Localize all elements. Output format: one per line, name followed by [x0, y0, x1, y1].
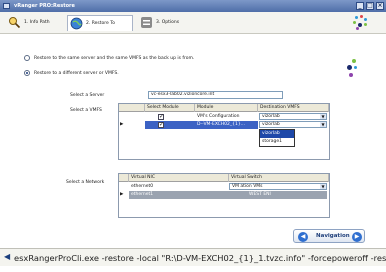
command-text: esxRangerProCli.exe -restore -local "R:\…	[14, 253, 386, 263]
vmfs-grid: Select Module Module Destination VMFS ✓ …	[118, 103, 330, 160]
server-label: Select a Server	[70, 93, 105, 98]
navigation-bar: ◀ Navigation ▶	[293, 229, 365, 243]
restore-different-option[interactable]: Restore to a different server or VMFS.	[24, 70, 224, 77]
vmfs-grid-header: Select Module Module Destination VMFS	[119, 104, 329, 112]
vmfs-label: Select a VMFS	[70, 108, 102, 113]
dropdown-option[interactable]: storage1	[260, 138, 294, 146]
title-bar: vRanger PRO:Restore _ □ ×	[0, 0, 386, 12]
magnifier-icon	[8, 16, 21, 29]
tab-info-path[interactable]: 1. Info Path	[8, 15, 58, 31]
col-destination-vmfs: Destination VMFS	[258, 104, 329, 112]
next-arrow-icon[interactable]: ▶	[352, 232, 362, 242]
minimize-button[interactable]: _	[356, 2, 364, 10]
network-label: Select a Network	[66, 180, 105, 185]
row-pointer-icon: ▶	[120, 122, 124, 127]
chevron-down-icon: ▼	[320, 122, 326, 127]
close-button[interactable]: ×	[376, 2, 384, 10]
restore-same-option[interactable]: Restore to the same server and the same …	[24, 55, 324, 62]
destination-vmfs-select[interactable]: vizorlab ▼	[259, 121, 327, 128]
back-arrow-icon[interactable]: ◀	[298, 232, 308, 242]
row-pointer-icon: ▶	[120, 192, 124, 197]
maximize-button[interactable]: □	[366, 2, 374, 10]
restore-same-radio[interactable]	[24, 55, 30, 61]
app-icon	[3, 3, 10, 9]
col-module: Module	[195, 104, 258, 112]
restore-different-radio[interactable]	[24, 70, 30, 76]
command-arrow-icon: ◀	[4, 252, 11, 261]
chevron-down-icon: ▼	[320, 184, 326, 189]
chevron-down-icon: ▼	[320, 114, 326, 119]
network-grid-header: Virtual NIC Virtual Switch	[119, 174, 329, 182]
restore-window: vRanger PRO:Restore _ □ × 1. Info Path 2…	[0, 0, 386, 272]
col-select-module: Select Module	[145, 104, 195, 112]
navigation-label: Navigation	[316, 233, 350, 239]
col-virtual-switch: Virtual Switch	[229, 174, 329, 182]
select-module-checkbox[interactable]: ✓	[158, 122, 164, 128]
destination-vmfs-select[interactable]: vizorlab ▼	[259, 113, 327, 120]
tab-options[interactable]: 3. Options	[140, 15, 188, 31]
dropdown-option[interactable]: vizorlab	[260, 130, 294, 138]
vmfs-dropdown-list: vizorlab storage1	[259, 129, 295, 147]
command-line-bar: ◀ esxRangerProCli.exe -restore -local "R…	[0, 248, 386, 266]
window-title: vRanger PRO:Restore	[14, 3, 75, 9]
select-module-checkbox[interactable]: ✓	[158, 114, 164, 120]
network-grid: Virtual NIC Virtual Switch ethernet0 VM …	[118, 173, 330, 218]
col-virtual-nic: Virtual NIC	[129, 174, 229, 182]
virtual-switch-select[interactable]: VM ation VMs ▼	[229, 183, 327, 190]
options-icon	[140, 16, 153, 29]
wizard-tabs: 1. Info Path 2. Restore To 3. Options	[0, 12, 386, 34]
tab-restore-to[interactable]: 2. Restore To	[67, 15, 133, 31]
globe-icon	[70, 17, 83, 30]
server-input[interactable]: vc-esx3-lab02.vizioncore.int	[148, 91, 283, 99]
